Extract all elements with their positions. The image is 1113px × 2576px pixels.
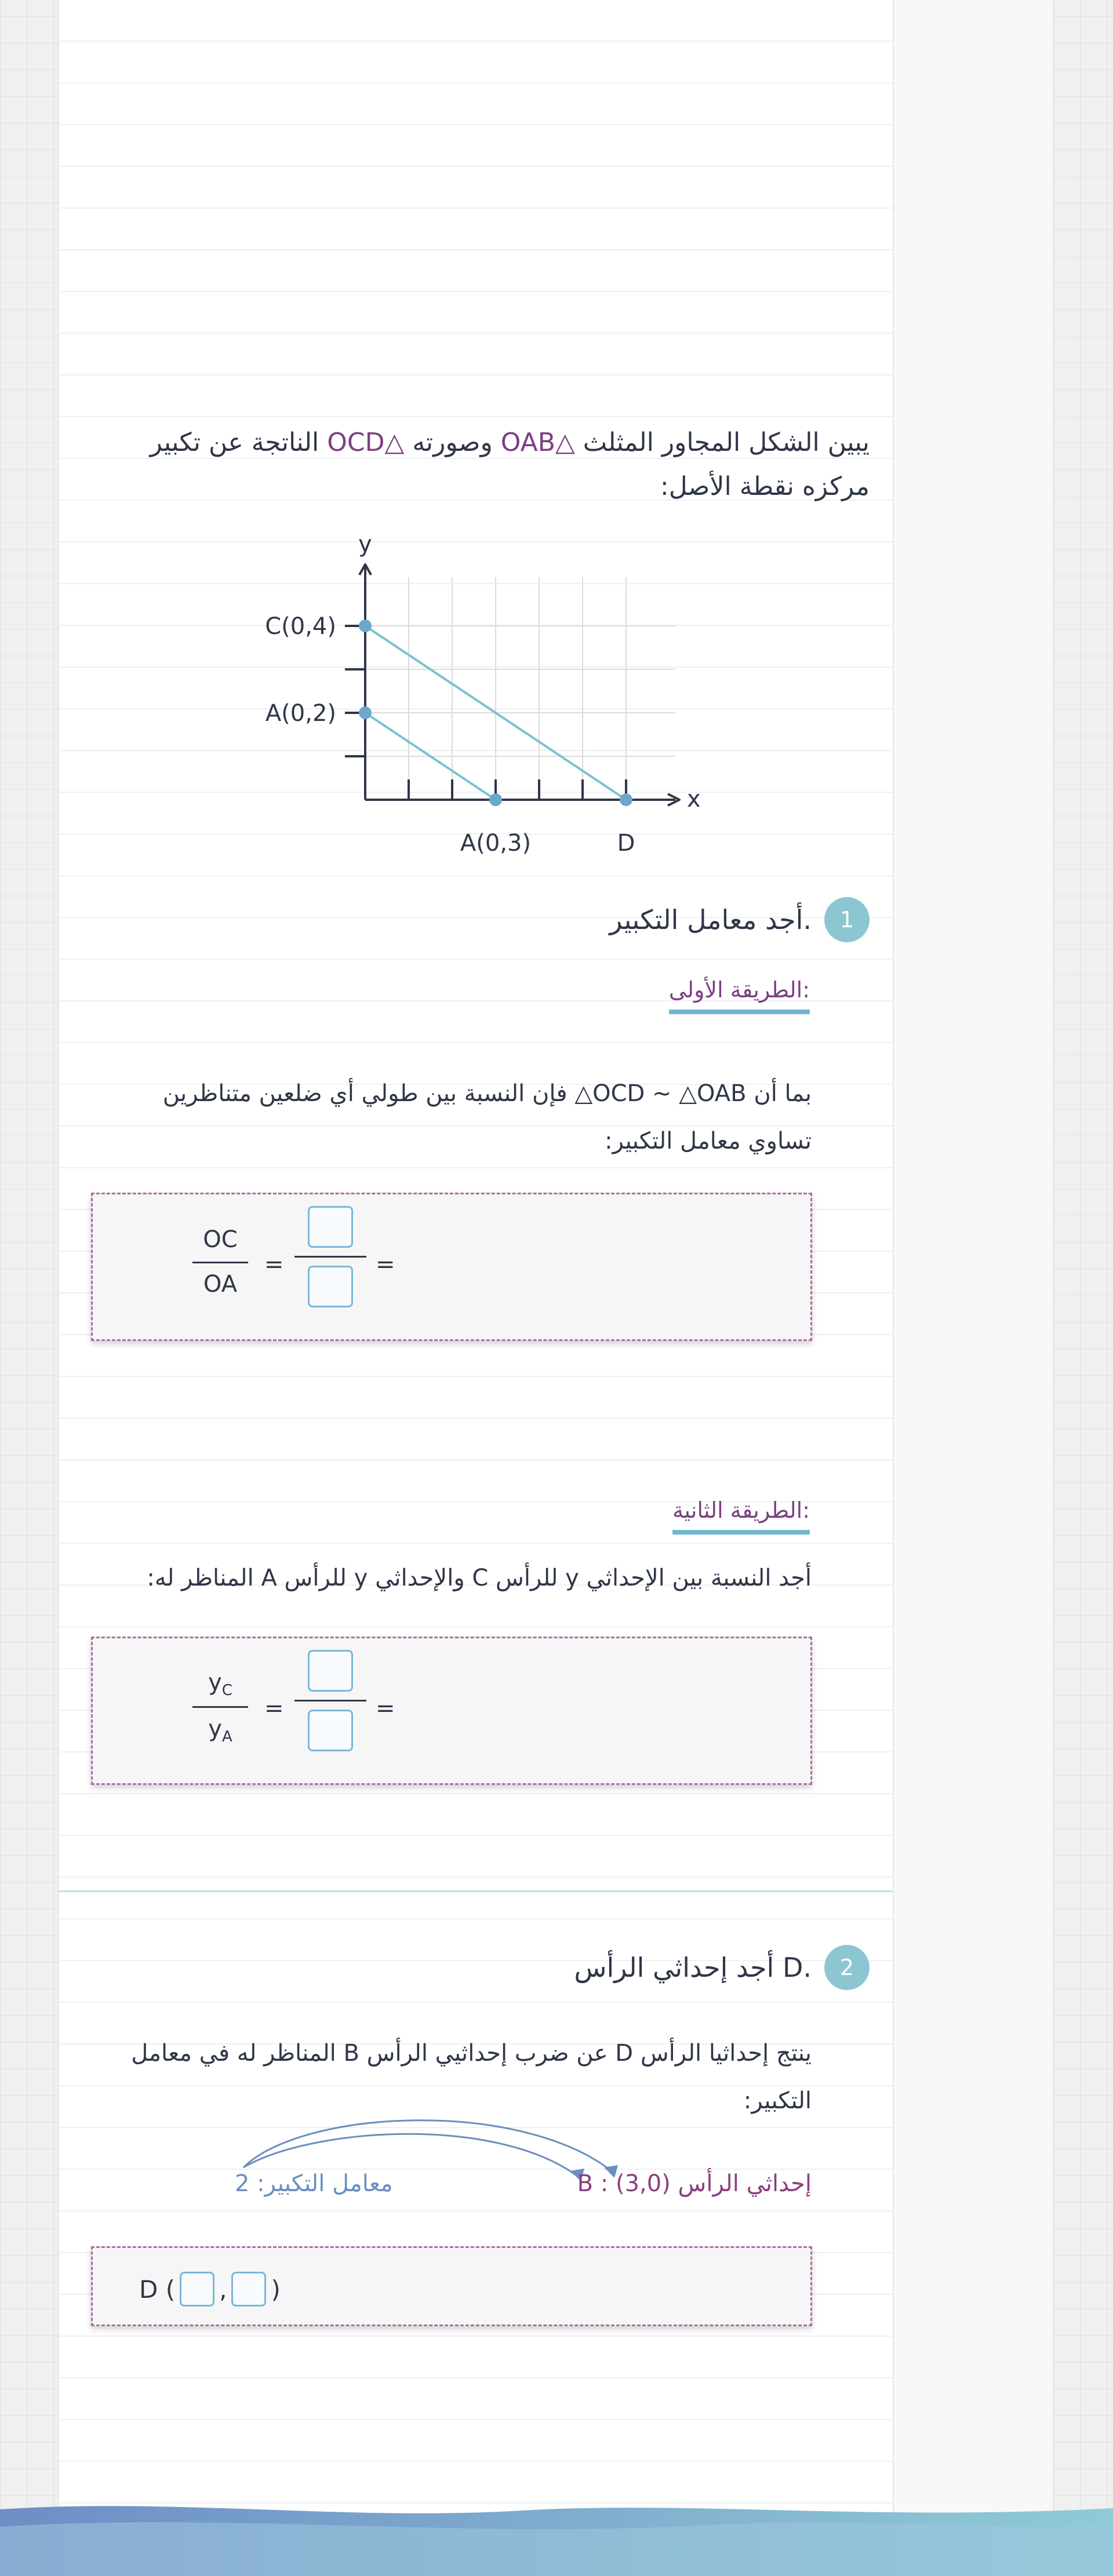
answer-fraction-1 [294, 1206, 366, 1307]
triangle-oab: △OAB [500, 428, 575, 457]
ya-base: y [208, 1715, 222, 1742]
step1-title: أجد معامل التكبير. [609, 904, 812, 935]
fraction-numerator-oc: OC [203, 1226, 238, 1253]
fraction-bar [294, 1256, 366, 1258]
triangle-ocd: △OCD [327, 428, 405, 457]
x-axis-label: x [687, 786, 701, 812]
answer-numerator-input-2[interactable] [308, 1650, 353, 1692]
answer-denominator-input-1[interactable] [308, 1266, 353, 1307]
point-d-y-input[interactable] [231, 2272, 267, 2307]
step1-badge: 1 [824, 897, 870, 942]
right-decorative-strip [1053, 0, 1113, 2576]
vertex-b-note: إحداثي الرأس B : (3,0) [577, 2170, 812, 2197]
point-d-answer: D ( , ) [139, 2272, 281, 2307]
left-decorative-strip [0, 0, 58, 2576]
equals-sign: = [264, 1695, 284, 1722]
yc-subscript: C [221, 1682, 232, 1699]
point-a-marker [359, 706, 372, 719]
point-d-label: D [617, 830, 635, 857]
method1-text-prefix: بما أن [746, 1080, 812, 1107]
fraction-oc-oa: OC OA [192, 1228, 248, 1296]
method2-answer-box: yC yA = = [91, 1637, 812, 1785]
y-axis-label: y [358, 531, 372, 558]
answer-numerator-input-1[interactable] [308, 1206, 353, 1248]
point-d-suffix: ) [271, 2275, 281, 2304]
method2-text: أجد النسبة بين الإحداثي y للرأس C والإحد… [147, 1565, 812, 1591]
point-d-marker [620, 793, 632, 806]
equals-sign: = [264, 1251, 284, 1278]
section-divider [58, 1890, 893, 1892]
fraction-denominator-ya: yA [208, 1717, 232, 1744]
method2-label: الطريقة الثانية: [672, 1497, 810, 1535]
point-a-label: A(0,2) [265, 700, 336, 727]
point-b-marker [489, 793, 502, 806]
fraction-numerator-yc: yC [208, 1671, 232, 1698]
equals-sign: = [376, 1251, 395, 1278]
step1-heading: 1 أجد معامل التكبير. [348, 897, 870, 942]
method1-answer-box: OC OA = = [91, 1193, 812, 1341]
intro-text: يبين الشكل المجاور المثلث △OAB وصورته △O… [87, 421, 870, 509]
intro-part1: يبين الشكل المجاور المثلث [574, 428, 870, 457]
ya-subscript: A [221, 1728, 232, 1746]
answer-denominator-input-2[interactable] [308, 1710, 353, 1751]
graph-axes [345, 563, 681, 807]
fraction-denominator-oa: OA [203, 1271, 238, 1298]
step2-title: أجد إحداثي الرأس D. [574, 1952, 812, 1983]
step2-badge: 2 [824, 1945, 870, 1990]
fraction-bar [294, 1700, 366, 1701]
scale-factor-note: معامل التكبير: 2 [235, 2170, 393, 2197]
method1-text: بما أن △OCD ~ △OAB فإن النسبة بين طولي أ… [99, 1070, 812, 1165]
intro-part2: وصورته [404, 428, 501, 457]
fraction-yc-ya: yC yA [192, 1671, 248, 1744]
point-c-marker [359, 620, 372, 632]
fraction-bar [192, 1262, 248, 1263]
point-d-prefix: D ( [139, 2275, 176, 2304]
fraction-bar [192, 1706, 248, 1708]
graph-grid [365, 577, 675, 800]
coordinate-graph: y x C(0,4) A(0,2) A(0,3) D [265, 531, 701, 857]
point-d-x-input[interactable] [180, 2272, 215, 2307]
point-b-label: A(0,3) [460, 830, 531, 857]
method1-label: الطريقة الأولى: [668, 977, 810, 1014]
right-gutter [893, 0, 1053, 2576]
point-c-label: C(0,4) [265, 613, 336, 640]
yc-base: y [208, 1669, 222, 1696]
footer-wave [0, 2506, 1113, 2576]
point-d-comma: , [219, 2275, 227, 2304]
answer-fraction-2 [294, 1650, 366, 1751]
similarity-statement: △OCD ~ △OAB [574, 1080, 747, 1107]
equals-sign: = [376, 1695, 395, 1722]
step2-heading: 2 أجد إحداثي الرأس D. [348, 1945, 870, 1990]
